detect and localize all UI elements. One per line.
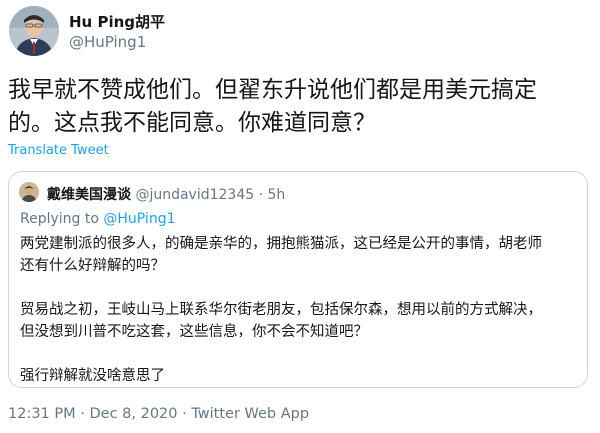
quoted-paragraph: 贸易战之初，王岐山马上联系华尔街老朋友，包括保尔森，想用以前的方式解决， 但没想… — [20, 299, 580, 343]
quoted-author-handle: @jundavid12345 — [135, 187, 255, 203]
translate-tweet-link[interactable]: Translate Tweet — [8, 143, 109, 158]
author-display-name[interactable]: Hu Ping胡平 — [69, 11, 165, 32]
tweet-text-line: 的。这点我不能同意。你难道同意？ — [8, 110, 376, 136]
quoted-paragraph: 两党建制派的很多人，的确是亲华的，拥抱熊猫派，这已经是公开的事情，胡老师 还有什… — [20, 233, 580, 277]
tweet-text: 我早就不赞成他们。但翟东升说他们都是用美元搞定 的。这点我不能同意。你难道同意？ — [8, 74, 588, 140]
quoted-text-line: 还有什么好辩解的吗？ — [20, 258, 165, 274]
tweet-text-line: 我早就不赞成他们。但翟东升说他们都是用美元搞定 — [8, 77, 537, 103]
quoted-tweet-time[interactable]: 5h — [268, 187, 286, 203]
quoted-text-line: 贸易战之初，王岐山马上联系华尔街老朋友，包括保尔森，想用以前的方式解决， — [20, 302, 542, 318]
quoted-text-line: 两党建制派的很多人，的确是亲华的，拥抱熊猫派，这已经是公开的事情，胡老师 — [20, 236, 542, 252]
quoted-tweet-header: 戴维美国漫谈 @jundavid12345 · 5h — [47, 184, 285, 204]
tweet-timestamp[interactable]: 12:31 PM · Dec 8, 2020 · Twitter Web App — [8, 406, 309, 422]
tweet: Hu Ping胡平 @HuPing1 我早就不赞成他们。但翟东升说他们都是用美元… — [0, 0, 600, 433]
quoted-author-photo — [19, 182, 39, 202]
quoted-author-name[interactable]: 戴维美国漫谈 — [47, 187, 131, 203]
replying-to-mention[interactable]: @HuPing1 — [103, 211, 175, 227]
author-avatar[interactable] — [9, 6, 59, 56]
author-handle[interactable]: @HuPing1 — [69, 33, 146, 51]
quoted-text-line: 强行辩解就没啥意思了 — [20, 368, 165, 384]
replying-to-line: Replying to @HuPing1 — [20, 211, 175, 227]
replying-to-label: Replying to — [20, 211, 99, 227]
quoted-tweet-card[interactable]: 戴维美国漫谈 @jundavid12345 · 5h Replying to @… — [8, 171, 588, 388]
quoted-tweet-body: 两党建制派的很多人，的确是亲华的，拥抱熊猫派，这已经是公开的事情，胡老师 还有什… — [20, 233, 580, 387]
quoted-text-line: 但没想到川普不吃这套，这些信息，你不会不知道吧？ — [20, 324, 368, 340]
author-photo — [9, 6, 59, 56]
quoted-author-avatar — [19, 182, 39, 202]
separator-dot: · — [258, 187, 264, 203]
quoted-paragraph: 强行辩解就没啥意思了 — [20, 365, 580, 387]
